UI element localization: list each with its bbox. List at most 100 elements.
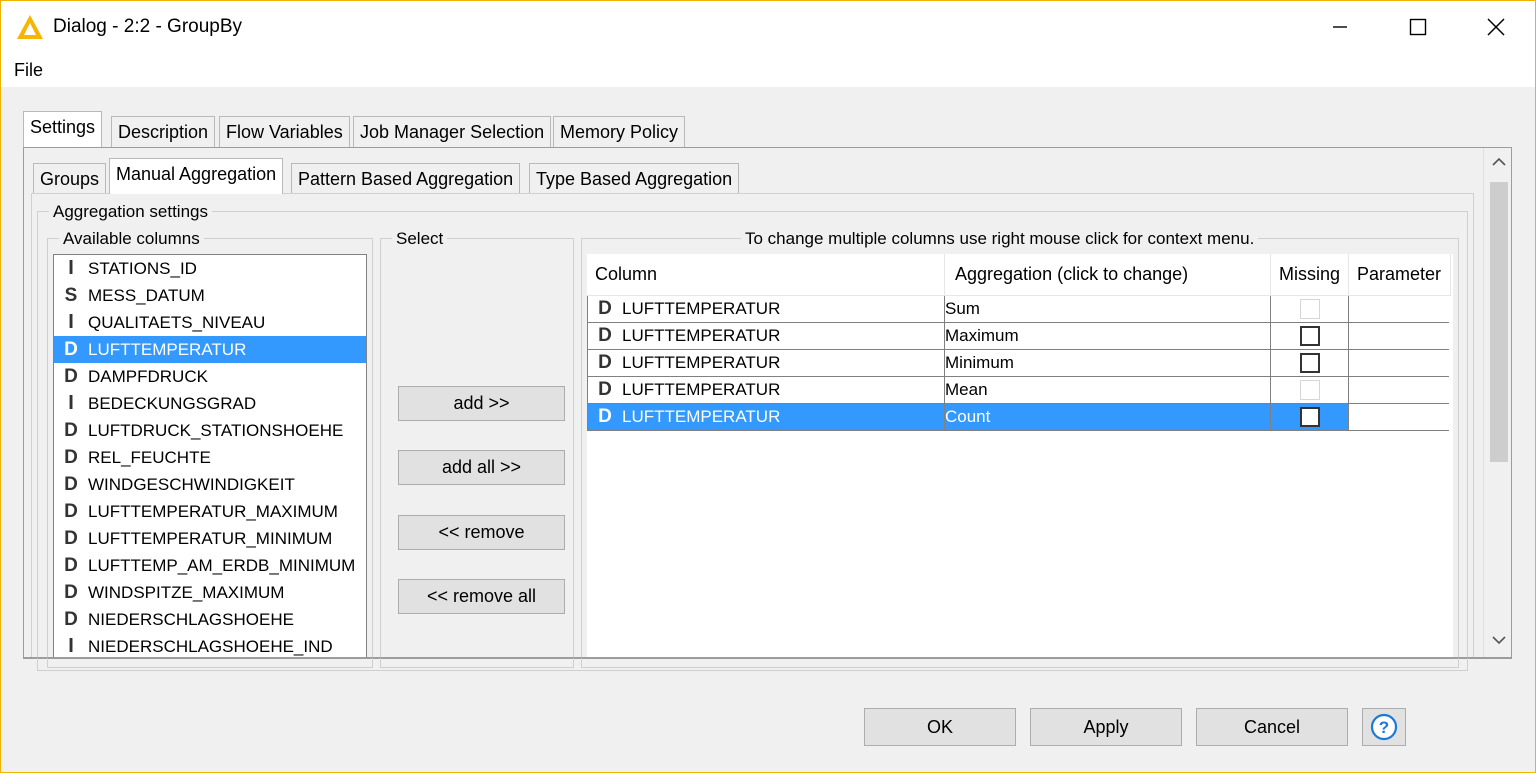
table-row[interactable]: D LUFTTEMPERATUR Minimum xyxy=(587,350,1449,377)
list-item[interactable]: I NIEDERSCHLAGSHOEHE_IND xyxy=(54,633,366,657)
tab-manual-aggregation[interactable]: Manual Aggregation xyxy=(109,158,284,194)
missing-cell xyxy=(1271,404,1349,430)
tab-pattern-based-aggregation[interactable]: Pattern Based Aggregation xyxy=(291,163,521,193)
ok-button[interactable]: OK xyxy=(864,708,1016,746)
dialog-window: Dialog - 2:2 - GroupBy File Settings Des… xyxy=(0,0,1536,773)
tab-description[interactable]: Description xyxy=(111,116,216,147)
list-item[interactable]: D LUFTDRUCK_STATIONSHOEHE xyxy=(54,417,366,444)
parameter-cell xyxy=(1349,350,1449,376)
aggregation-cell[interactable]: Count xyxy=(945,404,1271,430)
column-type-icon: D xyxy=(598,325,612,346)
list-item[interactable]: D DAMPFDRUCK xyxy=(54,363,366,390)
list-item[interactable]: D LUFTTEMP_AM_ERDB_MINIMUM xyxy=(54,552,366,579)
column-header-parameter[interactable]: Parameter xyxy=(1349,254,1451,296)
maximize-icon xyxy=(1409,18,1427,36)
list-item[interactable]: D LUFTTEMPERATUR_MAXIMUM xyxy=(54,498,366,525)
column-type-icon: I xyxy=(68,311,74,333)
close-button[interactable] xyxy=(1457,1,1535,53)
column-name: REL_FEUCHTE xyxy=(88,447,211,467)
knime-warning-icon xyxy=(17,15,43,39)
missing-checkbox[interactable] xyxy=(1299,326,1320,346)
tab-groups[interactable]: Groups xyxy=(33,163,107,193)
aggregation-cell[interactable]: Minimum xyxy=(945,350,1271,376)
svg-text:?: ? xyxy=(1379,718,1389,737)
maximize-button[interactable] xyxy=(1379,1,1457,53)
table-row[interactable]: D LUFTTEMPERATUR Sum xyxy=(587,296,1449,323)
scroll-down-icon[interactable] xyxy=(1489,632,1509,652)
missing-checkbox xyxy=(1299,299,1320,319)
menu-file[interactable]: File xyxy=(14,60,43,81)
tab-flow-variables[interactable]: Flow Variables xyxy=(219,116,350,147)
table-row[interactable]: D LUFTTEMPERATUR Count xyxy=(587,404,1449,431)
column-type-icon: D xyxy=(598,379,612,400)
column-cell[interactable]: D LUFTTEMPERATUR xyxy=(588,323,945,349)
list-item[interactable]: D NIEDERSCHLAGSHOEHE xyxy=(54,606,366,633)
column-type-icon: D xyxy=(64,446,78,468)
parameter-cell xyxy=(1349,323,1449,349)
missing-cell xyxy=(1271,350,1349,376)
aggregation-settings-label: Aggregation settings xyxy=(49,202,212,222)
column-cell[interactable]: D LUFTTEMPERATUR xyxy=(588,350,945,376)
list-item[interactable]: I BEDECKUNGSGRAD xyxy=(54,390,366,417)
column-header-missing[interactable]: Missing xyxy=(1271,254,1349,296)
table-row[interactable]: D LUFTTEMPERATUR Maximum xyxy=(587,323,1449,350)
table-row[interactable]: D LUFTTEMPERATUR Mean xyxy=(587,377,1449,404)
scroll-up-icon[interactable] xyxy=(1489,154,1509,174)
list-item[interactable]: S MESS_DATUM xyxy=(54,282,366,309)
aggregation-cell[interactable]: Maximum xyxy=(945,323,1271,349)
minimize-icon xyxy=(1333,26,1347,28)
column-type-icon: I xyxy=(68,635,74,657)
title-bar: Dialog - 2:2 - GroupBy xyxy=(1,1,1535,53)
list-item[interactable]: D WINDSPITZE_MAXIMUM xyxy=(54,579,366,606)
missing-checkbox[interactable] xyxy=(1299,407,1320,427)
help-icon: ? xyxy=(1370,713,1398,741)
column-type-icon: D xyxy=(598,406,612,427)
column-name: LUFTTEMPERATUR xyxy=(622,380,781,399)
column-name: LUFTTEMPERATUR_MAXIMUM xyxy=(88,501,338,521)
aggregation-cell[interactable]: Sum xyxy=(945,296,1271,322)
list-item[interactable]: D REL_FEUCHTE xyxy=(54,444,366,471)
cancel-button[interactable]: Cancel xyxy=(1196,708,1348,746)
column-name: LUFTTEMPERATUR xyxy=(88,339,247,359)
add-button[interactable]: add >> xyxy=(398,386,565,421)
minimize-button[interactable] xyxy=(1301,1,1379,53)
context-menu-hint: To change multiple columns use right mou… xyxy=(741,229,1259,249)
missing-checkbox xyxy=(1299,380,1320,400)
column-name: LUFTTEMPERATUR xyxy=(622,326,781,345)
aggregation-table[interactable]: Column Aggregation (click to change) Mis… xyxy=(587,254,1453,658)
column-cell[interactable]: D LUFTTEMPERATUR xyxy=(588,404,945,430)
column-type-icon: D xyxy=(64,338,78,360)
help-button[interactable]: ? xyxy=(1362,708,1406,746)
aggregation-cell[interactable]: Mean xyxy=(945,377,1271,403)
window-title: Dialog - 2:2 - GroupBy xyxy=(53,16,243,37)
tab-settings[interactable]: Settings xyxy=(23,111,103,147)
column-header-aggregation[interactable]: Aggregation (click to change) xyxy=(945,254,1271,296)
list-item[interactable]: D LUFTTEMPERATUR_MINIMUM xyxy=(54,525,366,552)
list-item[interactable]: D LUFTTEMPERATUR xyxy=(54,336,366,363)
list-item[interactable]: I QUALITAETS_NIVEAU xyxy=(54,309,366,336)
remove-button[interactable]: << remove xyxy=(398,515,565,550)
column-cell[interactable]: D LUFTTEMPERATUR xyxy=(588,296,945,322)
remove-all-button[interactable]: << remove all xyxy=(398,579,565,614)
available-columns-list[interactable]: I STATIONS_ID S MESS_DATUM I QUALITAETS_NIVEA… xyxy=(53,254,367,658)
column-name: LUFTTEMPERATUR xyxy=(622,299,781,318)
column-type-icon: D xyxy=(598,352,612,373)
column-name: NIEDERSCHLAGSHOEHE xyxy=(88,609,294,629)
tab-memory-policy[interactable]: Memory Policy xyxy=(553,116,686,147)
column-name: LUFTDRUCK_STATIONSHOEHE xyxy=(88,420,344,440)
column-header-column[interactable]: Column xyxy=(587,254,945,296)
add-all-button[interactable]: add all >> xyxy=(398,450,565,485)
column-cell[interactable]: D LUFTTEMPERATUR xyxy=(588,377,945,403)
column-name: LUFTTEMPERATUR xyxy=(622,353,781,372)
apply-button[interactable]: Apply xyxy=(1030,708,1182,746)
select-label: Select xyxy=(392,229,448,249)
vertical-scrollbar[interactable] xyxy=(1483,148,1511,658)
scroll-thumb[interactable] xyxy=(1490,182,1508,462)
column-type-icon: D xyxy=(64,473,78,495)
list-item[interactable]: I STATIONS_ID xyxy=(54,255,366,282)
tab-job-manager-selection[interactable]: Job Manager Selection xyxy=(353,116,552,147)
column-name: DAMPFDRUCK xyxy=(88,366,208,386)
missing-checkbox[interactable] xyxy=(1299,353,1320,373)
tab-type-based-aggregation[interactable]: Type Based Aggregation xyxy=(529,163,740,193)
list-item[interactable]: D WINDGESCHWINDIGKEIT xyxy=(54,471,366,498)
